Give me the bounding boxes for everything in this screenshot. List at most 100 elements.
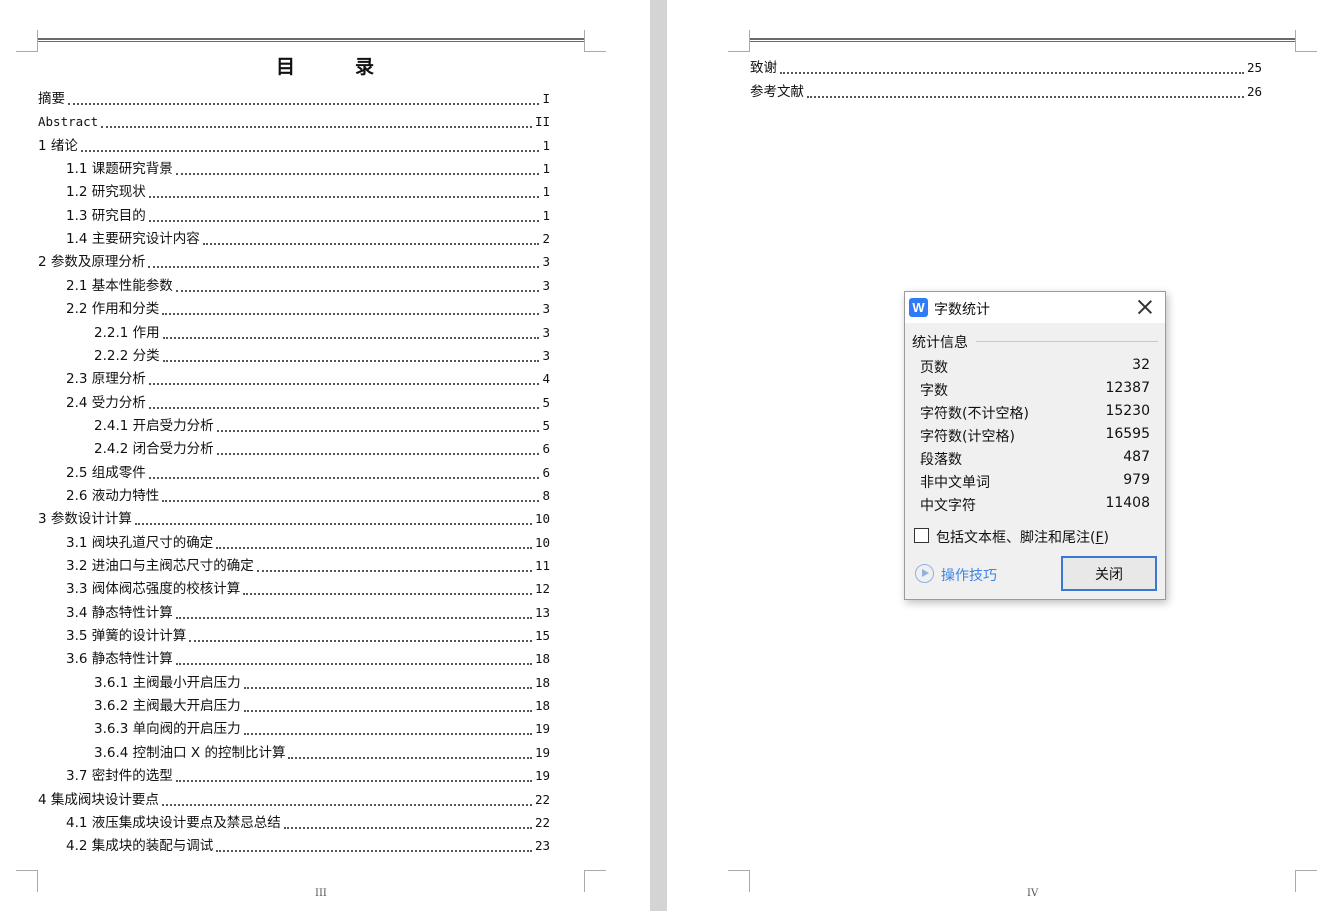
toc-entry-page: 22 xyxy=(534,814,550,830)
toc-entry-text: 3.2 进油口与主阀芯尺寸的确定 xyxy=(66,558,254,574)
stat-row-non-chinese-words: 非中文单词 979 xyxy=(920,472,1150,492)
include-textbox-footnotes-label[interactable]: 包括文本框、脚注和尾注(F) xyxy=(936,527,1109,547)
toc-entry-page: 1 xyxy=(542,207,550,223)
toc-entry-text: 3.1 阀块孔道尺寸的确定 xyxy=(66,534,214,551)
toc-entry[interactable]: 2.6 液动力特性 8 xyxy=(66,485,550,505)
toc-entry-text: 摘要 xyxy=(38,91,65,107)
toc-entry-page: 11 xyxy=(534,558,550,573)
toc-entry-page: 8 xyxy=(542,487,550,503)
toc-dot-leader xyxy=(216,535,532,549)
toc-dot-leader xyxy=(175,278,540,292)
toc-entry-text: 3.6.4 控制油口 X 的控制比计算 xyxy=(94,744,286,761)
toc-entry[interactable]: 3.2 进油口与主阀芯尺寸的确定 11 xyxy=(66,555,550,575)
toc-entry[interactable]: 4.2 集成块的装配与调试 23 xyxy=(66,835,550,855)
toc-entry[interactable]: 3.5 弹簧的设计计算 15 xyxy=(66,625,550,645)
toc-entry-page: 23 xyxy=(534,838,550,854)
toc-entry[interactable]: 3.1 阀块孔道尺寸的确定 10 xyxy=(66,532,550,552)
toc-entry[interactable]: 1 绪论 1 xyxy=(38,135,550,155)
stat-row-paragraphs: 段落数 487 xyxy=(920,449,1150,469)
toc-entry-page: 2 xyxy=(542,231,550,247)
header-rule xyxy=(750,38,1295,42)
toc-entry[interactable]: Abstract II xyxy=(38,111,550,131)
toc-entry-text: 4.2 集成块的装配与调试 xyxy=(66,838,214,855)
toc-entry[interactable]: 摘要 I xyxy=(38,88,550,108)
toc-dot-leader xyxy=(216,418,540,432)
play-circle-icon[interactable] xyxy=(915,564,934,583)
page-corner-mark xyxy=(584,30,606,52)
toc-entry[interactable]: 1.2 研究现状 1 xyxy=(66,181,550,201)
toc-entry-text: Abstract xyxy=(38,114,99,130)
toc-entry-text: 参考文献 xyxy=(750,84,804,100)
toc-entry[interactable]: 3.6.1 主阀最小开启压力 18 xyxy=(94,672,550,692)
close-icon[interactable] xyxy=(1135,297,1155,317)
toc-entry[interactable]: 2.2.2 分类 3 xyxy=(94,345,550,365)
toc-entry[interactable]: 3.4 静态特性计算 13 xyxy=(66,602,550,622)
toc-entry-text: 2.5 组成零件 xyxy=(66,464,146,481)
toc-entry[interactable]: 3.6.3 单向阀的开启压力 19 xyxy=(94,718,550,738)
close-button[interactable]: 关闭 xyxy=(1061,556,1157,591)
toc-entry[interactable]: 2.3 原理分析 4 xyxy=(66,368,550,388)
toc-entry[interactable]: 3.7 密封件的选型 19 xyxy=(66,765,550,785)
toc-entry[interactable]: 2.4 受力分析 5 xyxy=(66,392,550,412)
toc-entry-text: 1.3 研究目的 xyxy=(66,207,146,224)
stat-row-pages: 页数 32 xyxy=(920,357,1150,377)
toc-dot-leader xyxy=(101,114,532,129)
toc-entry-page: 15 xyxy=(534,628,550,644)
toc-entry-page: I xyxy=(542,91,550,106)
toc-entry[interactable]: 2.4.2 闭合受力分析 6 xyxy=(94,438,550,458)
toc-dot-leader xyxy=(283,815,532,829)
toc-dot-leader xyxy=(148,371,540,386)
toc-entry[interactable]: 4 集成阀块设计要点 22 xyxy=(38,789,550,809)
toc-dot-leader xyxy=(161,792,532,806)
toc-entry-page: 3 xyxy=(542,301,550,317)
operation-tips-link[interactable]: 操作技巧 xyxy=(941,565,997,585)
toc-entry[interactable]: 1.3 研究目的 1 xyxy=(66,205,550,225)
dialog-titlebar[interactable]: W 字数统计 xyxy=(905,292,1165,323)
toc-entry[interactable]: 3.3 阀体阀芯强度的校核计算 12 xyxy=(66,578,550,598)
document-page-left: 目录 摘要 I Abstract II 1 绪论 1 1.1 课题研究背景 1 1.2 研究现状… xyxy=(0,0,650,911)
toc-entry-page: 13 xyxy=(534,604,550,620)
include-textbox-footnotes-checkbox[interactable] xyxy=(914,528,929,543)
toc-entry[interactable]: 2.2 作用和分类 3 xyxy=(66,298,550,318)
toc-entry[interactable]: 1.1 课题研究背景 1 xyxy=(66,158,550,178)
stat-label: 页数 xyxy=(920,360,948,376)
toc-dot-leader xyxy=(202,231,540,246)
toc-entry[interactable]: 2.1 基本性能参数 3 xyxy=(66,275,550,295)
stat-row-words: 字数 12387 xyxy=(920,380,1150,400)
toc-entry[interactable]: 4.1 液压集成块设计要点及禁忌总结 22 xyxy=(66,812,550,832)
toc-entry[interactable]: 2 参数及原理分析 3 xyxy=(38,251,550,271)
toc-entry[interactable]: 3.6.2 主阀最大开启压力 18 xyxy=(94,695,550,715)
stat-value: 32 xyxy=(1132,357,1150,373)
toc-entry-text: 致谢 xyxy=(750,60,777,76)
toc-entry[interactable]: 2.5 组成零件 6 xyxy=(66,462,550,482)
toc-entry[interactable]: 1.4 主要研究设计内容 2 xyxy=(66,228,550,248)
stat-label: 字数 xyxy=(920,383,948,399)
toc-entry[interactable]: 3.6.4 控制油口 X 的控制比计算 19 xyxy=(94,742,550,762)
toc-entry-page: 10 xyxy=(534,534,550,550)
toc-entry-page: 19 xyxy=(534,721,550,737)
stat-label: 中文字符 xyxy=(920,498,976,514)
page-corner-mark xyxy=(584,870,606,892)
toc-entry[interactable]: 3 参数设计计算 10 xyxy=(38,508,550,528)
toc-entry-text: 3.6.3 单向阀的开启压力 xyxy=(94,721,241,738)
toc-entry[interactable]: 2.4.1 开启受力分析 5 xyxy=(94,415,550,435)
toc-entry[interactable]: 参考文献 26 xyxy=(750,81,1262,101)
word-count-dialog: W 字数统计 统计信息 页数 32 字数 12387 字符数(不计空格) 152… xyxy=(904,291,1166,600)
stat-value: 16595 xyxy=(1105,426,1150,442)
toc-entry-text: 2.1 基本性能参数 xyxy=(66,277,173,294)
toc-entry-page: 25 xyxy=(1246,60,1262,75)
group-label: 统计信息 xyxy=(912,335,968,351)
toc-entry-page: 22 xyxy=(534,791,550,807)
toc-entry[interactable]: 3.6 静态特性计算 18 xyxy=(66,648,550,668)
toc-entry-page: 10 xyxy=(534,511,550,527)
toc-dot-leader xyxy=(780,60,1244,74)
toc-entry-text: 1 绪论 xyxy=(38,137,78,154)
toc-entry-text: 2.4.2 闭合受力分析 xyxy=(94,441,214,458)
toc-dot-leader xyxy=(80,138,540,152)
stat-value: 12387 xyxy=(1105,380,1150,396)
toc-entry[interactable]: 致谢 25 xyxy=(750,57,1262,77)
toc-entry[interactable]: 2.2.1 作用 3 xyxy=(94,322,550,342)
toc-entry-text: 2.6 液动力特性 xyxy=(66,487,160,504)
toc-dot-leader xyxy=(148,465,540,479)
toc-entry-page: 3 xyxy=(542,347,550,363)
